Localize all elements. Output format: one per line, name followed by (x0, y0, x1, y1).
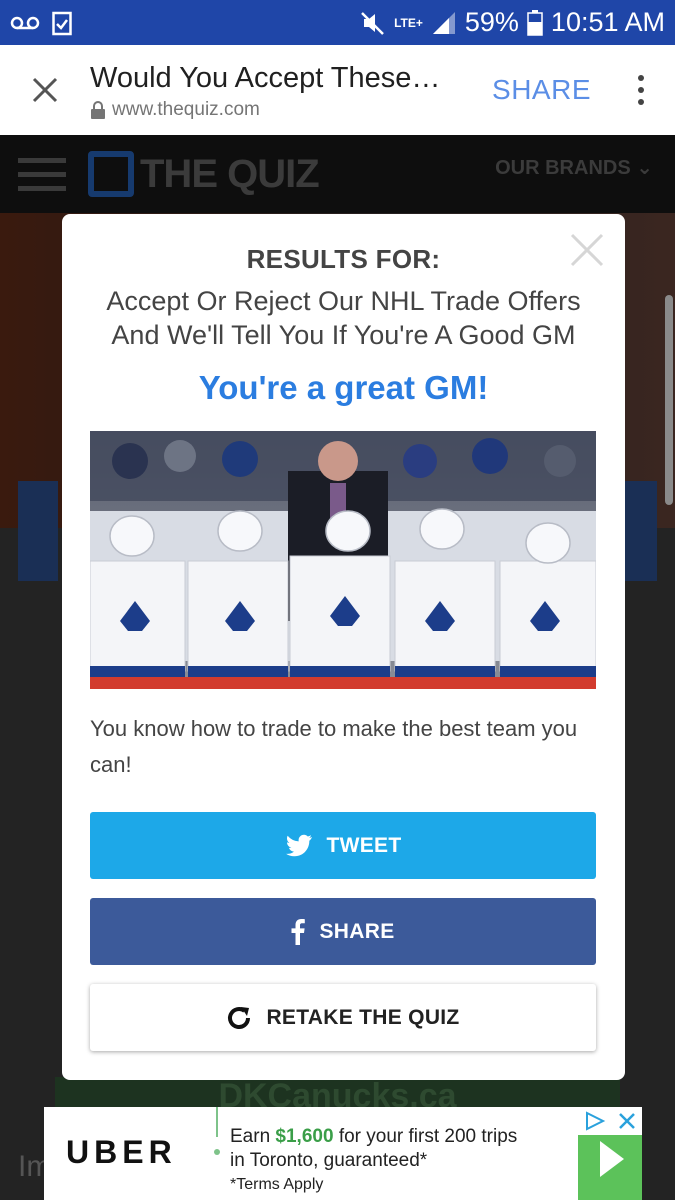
close-tab-button[interactable] (0, 45, 90, 135)
toolbar-share-button[interactable]: SHARE (492, 74, 591, 106)
ad-choices[interactable] (578, 1107, 642, 1135)
hockey-bench-photo (90, 431, 596, 689)
tab-title-area: Would You Accept These… www.thequiz.com (90, 60, 492, 121)
signal-icon (431, 10, 457, 36)
site-header: THE QUIZ OUR BRANDS ⌄ (0, 135, 675, 213)
voicemail-icon (10, 15, 40, 31)
twitter-icon (285, 834, 312, 856)
facebook-share-button[interactable]: SHARE (90, 898, 596, 965)
ad-close-icon[interactable] (618, 1112, 636, 1130)
clock: 10:51 AM (550, 7, 665, 37)
adchoices-icon (586, 1111, 606, 1131)
result-description: You know how to trade to make the best t… (90, 716, 578, 777)
retake-quiz-button[interactable]: RETAKE THE QUIZ (90, 984, 596, 1051)
mute-icon (360, 10, 386, 36)
our-brands-menu[interactable]: OUR BRANDS ⌄ (495, 155, 653, 180)
status-bar: LTE+ 59% 10:51 AM (0, 0, 675, 45)
close-icon (32, 77, 58, 103)
ad-terms: *Terms Apply (230, 1176, 324, 1193)
share-label: SHARE (319, 919, 395, 943)
results-for-label: RESULTS FOR: (246, 244, 441, 274)
overflow-menu-button[interactable] (621, 45, 661, 135)
network-label: LTE+ (394, 15, 423, 30)
ad-amount: $1,600 (275, 1126, 334, 1147)
url-text: www.thequiz.com (112, 98, 260, 120)
result-heading: You're a great GM! (198, 369, 489, 406)
tweet-button[interactable]: TWEET (90, 812, 596, 879)
ad-brand-logo: UBER (66, 1134, 177, 1170)
clipboard-check-icon (52, 10, 72, 36)
tweet-label: TWEET (326, 833, 402, 857)
quiz-title: Accept Or Reject Our NHL Trade Offers An… (106, 286, 581, 350)
site-logo[interactable]: THE QUIZ (88, 151, 320, 197)
page-scrollbar[interactable] (665, 295, 673, 505)
retake-label: RETAKE THE QUIZ (266, 1005, 460, 1029)
page-title: Would You Accept These… (90, 61, 441, 94)
lock-icon (91, 100, 105, 119)
hamburger-icon[interactable] (18, 157, 66, 191)
ad-copy: Earn $1,600 for your first 200 trips in … (230, 1126, 518, 1171)
page-url: www.thequiz.com (90, 99, 492, 121)
uber-ad-banner[interactable]: UBER Earn $1,600 for your first 200 trip… (44, 1107, 642, 1200)
logo-q-icon (88, 151, 134, 197)
custom-tab-toolbar: Would You Accept These… www.thequiz.com … (0, 45, 675, 135)
facebook-icon (291, 918, 306, 945)
more-vert-icon (638, 75, 644, 81)
chevron-down-icon: ⌄ (636, 157, 653, 179)
results-modal: RESULTS FOR: Accept Or Reject Our NHL Tr… (62, 214, 625, 1080)
refresh-icon (228, 1006, 251, 1029)
battery-icon (527, 9, 543, 36)
battery-percent: 59% (464, 7, 519, 37)
result-photo (90, 431, 596, 689)
